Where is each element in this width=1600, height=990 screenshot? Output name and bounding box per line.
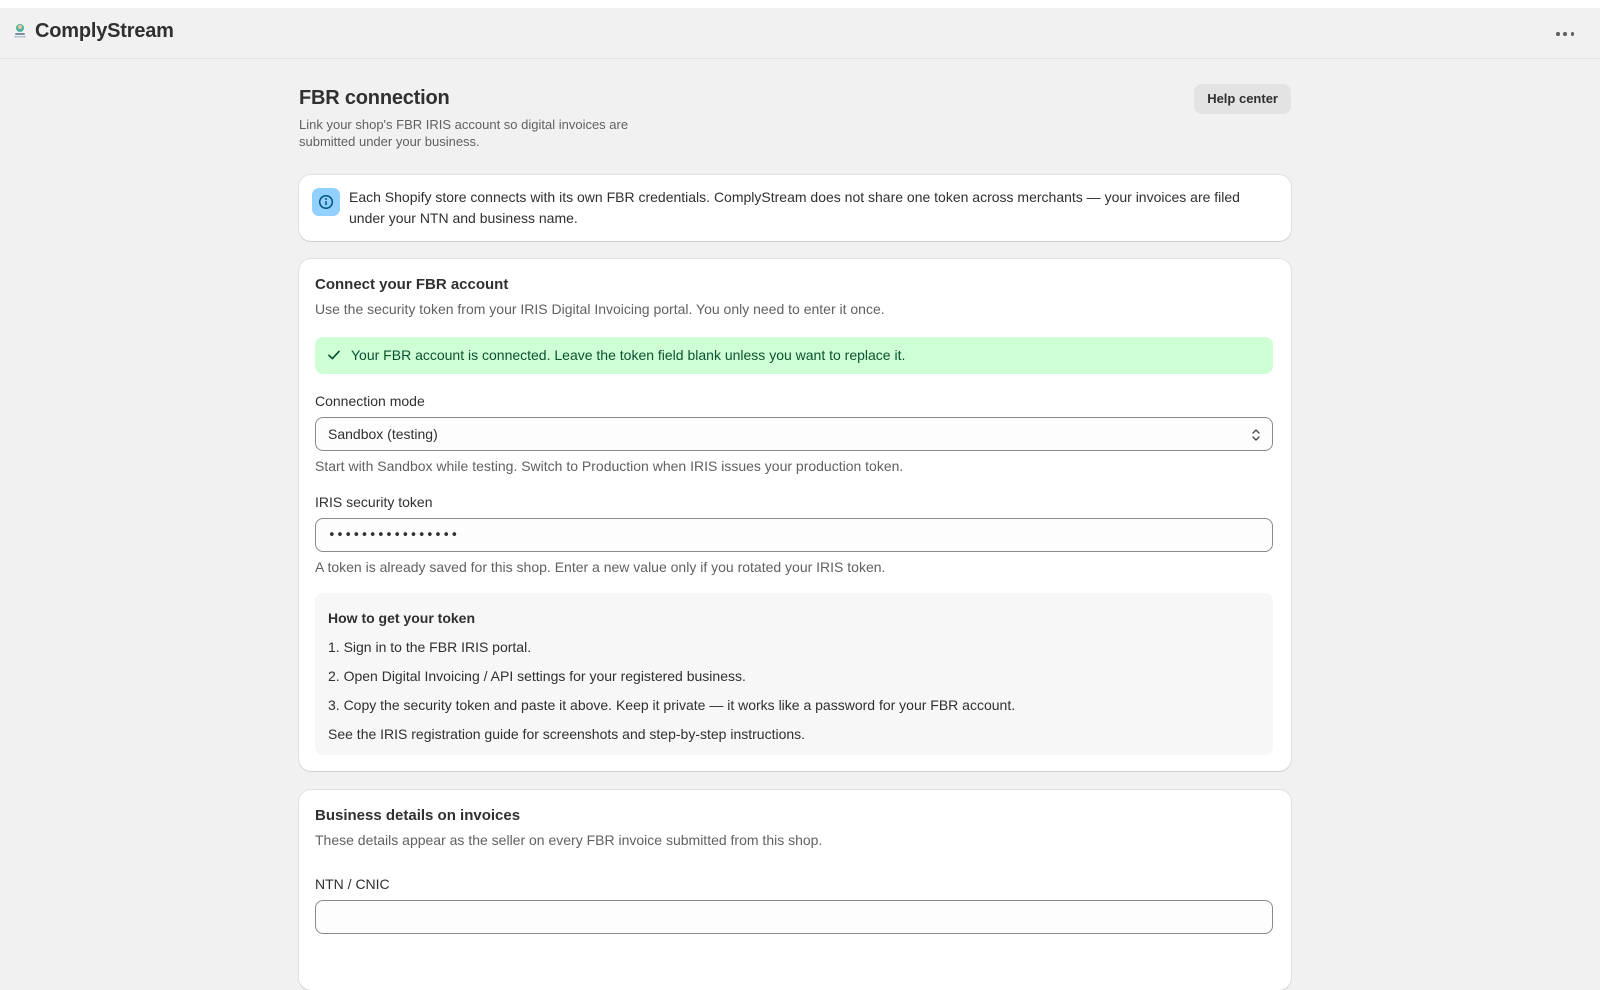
info-banner-text: Each Shopify store connects with its own… <box>349 189 1240 226</box>
help-center-button[interactable]: Help center <box>1194 84 1291 114</box>
more-dot <box>1570 32 1574 36</box>
connect-card-description: Use the security token from your IRIS Di… <box>315 301 885 317</box>
connection-mode-label: Connection mode <box>315 393 425 409</box>
business-card: Business details on invoices These detai… <box>299 790 1291 990</box>
ntn-label: NTN / CNIC <box>315 876 390 892</box>
ntn-input[interactable] <box>315 900 1273 934</box>
select-chevron-icon <box>1252 429 1260 441</box>
token-label: IRIS security token <box>315 494 433 510</box>
app-logo-icon <box>14 24 26 38</box>
page-subtitle: Link your shop's FBR IRIS account so dig… <box>299 117 629 149</box>
token-input[interactable] <box>315 518 1273 552</box>
page-title: FBR connection <box>299 87 450 109</box>
app-bar: ComplyStream <box>0 8 1600 59</box>
token-help: A token is already saved for this shop. … <box>315 559 886 575</box>
checkmark-icon <box>328 350 340 360</box>
success-banner: Your FBR account is connected. Leave the… <box>315 337 1273 374</box>
info-icon <box>312 188 340 216</box>
business-card-description: These details appear as the seller on ev… <box>315 832 823 848</box>
howto-box: How to get your token 1. Sign in to the … <box>315 593 1273 755</box>
connection-mode-help: Start with Sandbox while testing. Switch… <box>315 458 904 474</box>
page-header: FBR connection Link your shop's FBR IRIS… <box>299 59 1291 169</box>
connect-card: Connect your FBR account Use the securit… <box>299 259 1291 771</box>
howto-step: 2. Open Digital Invoicing / API settings… <box>328 668 746 684</box>
more-dot <box>1556 32 1560 36</box>
connect-card-title: Connect your FBR account <box>315 276 509 293</box>
connection-mode-select[interactable]: Sandbox (testing) <box>315 417 1273 451</box>
howto-step: 1. Sign in to the FBR IRIS portal. <box>328 639 532 655</box>
howto-title: How to get your token <box>328 610 475 626</box>
more-horizontal-icon[interactable] <box>1552 26 1578 42</box>
app-title: ComplyStream <box>35 20 174 42</box>
howto-footer: See the IRIS registration guide for scre… <box>328 726 806 742</box>
top-strip <box>0 0 1600 8</box>
success-banner-text: Your FBR account is connected. Leave the… <box>351 347 906 363</box>
business-card-title: Business details on invoices <box>315 807 521 824</box>
howto-step: 3. Copy the security token and paste it … <box>328 697 1016 713</box>
connection-mode-value: Sandbox (testing) <box>328 426 438 442</box>
more-dot <box>1563 32 1567 36</box>
info-banner: Each Shopify store connects with its own… <box>299 175 1291 241</box>
